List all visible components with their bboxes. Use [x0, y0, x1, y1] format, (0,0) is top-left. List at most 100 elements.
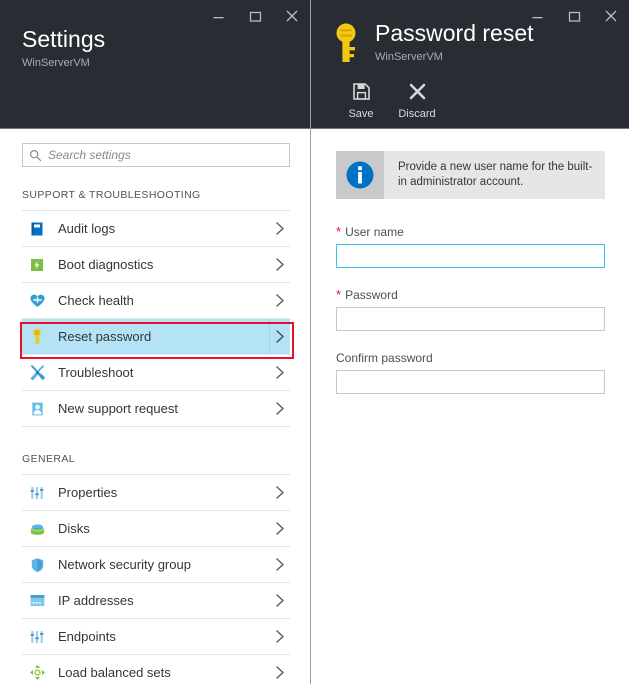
chevron-right-icon [270, 521, 290, 536]
password-reset-header: Password reset WinServerVM Save [311, 0, 629, 129]
page-title: Password reset [375, 20, 534, 47]
settings-window-controls [208, 6, 302, 26]
settings-panel-header: Settings WinServerVM [0, 0, 310, 129]
chevron-right-icon [270, 629, 290, 644]
password-toolbar: Save Discard [337, 74, 441, 121]
sidebar-item-label: Disks [58, 521, 270, 536]
password-reset-body: Provide a new user name for the built-in… [311, 129, 629, 684]
confirm-password-label: Confirm password [336, 351, 433, 365]
shield-icon [28, 556, 46, 574]
chevron-right-icon [270, 365, 290, 380]
discard-label: Discard [398, 108, 435, 121]
ip-window-icon [28, 592, 46, 610]
search-input[interactable] [48, 148, 283, 162]
search-icon [29, 149, 42, 162]
key-icon [28, 328, 46, 346]
section-divider [22, 426, 290, 427]
sidebar-item-reset-password[interactable]: Reset password [22, 318, 290, 354]
maximize-button[interactable] [564, 6, 584, 26]
password-input[interactable] [336, 307, 605, 331]
sidebar-item-boot-diagnostics[interactable]: Boot diagnostics [22, 246, 290, 282]
sidebar-item-label: IP addresses [58, 593, 270, 608]
nav-list-general: Properties Di [0, 474, 310, 684]
user-name-field-group: * User name [336, 225, 605, 268]
info-icon [344, 159, 376, 191]
sidebar-item-network-security-group[interactable]: Network security group [22, 546, 290, 582]
password-window-controls [527, 6, 621, 26]
confirm-password-field-group: Confirm password [336, 351, 605, 394]
chevron-right-icon [270, 485, 290, 500]
sidebar-item-label: Troubleshoot [58, 365, 270, 380]
key-icon [329, 20, 367, 66]
discard-button[interactable]: Discard [393, 74, 441, 121]
sliders-icon [28, 628, 46, 646]
chevron-right-icon [270, 401, 290, 416]
settings-body: SUPPORT & TROUBLESHOOTING Audit logs [0, 129, 310, 684]
sidebar-item-properties[interactable]: Properties [22, 474, 290, 510]
sidebar-item-label: Properties [58, 485, 270, 500]
settings-panel: Settings WinServerVM SUPPORT & TROUBLESH… [0, 0, 311, 684]
confirm-password-label-row: Confirm password [336, 351, 605, 365]
app-screen: Settings WinServerVM SUPPORT & TROUBLESH… [0, 0, 629, 684]
close-button[interactable] [601, 6, 621, 26]
disk-stack-icon [28, 520, 46, 538]
sidebar-item-label: Boot diagnostics [58, 257, 270, 272]
close-x-icon [406, 80, 428, 102]
settings-title-texts: Settings WinServerVM [22, 26, 105, 70]
sidebar-item-label: New support request [58, 401, 270, 416]
password-title-texts: Password reset WinServerVM [375, 20, 534, 64]
password-reset-panel: Password reset WinServerVM Save [311, 0, 629, 684]
user-name-input[interactable] [336, 244, 605, 268]
sidebar-item-check-health[interactable]: Check health [22, 282, 290, 318]
chevron-right-icon [270, 221, 290, 236]
sidebar-item-disks[interactable]: Disks [22, 510, 290, 546]
info-banner-text: Provide a new user name for the built-in… [384, 151, 605, 199]
chevron-right-icon [270, 557, 290, 572]
sidebar-item-new-support-request[interactable]: New support request [22, 390, 290, 426]
section-heading-support: SUPPORT & TROUBLESHOOTING [22, 189, 310, 201]
chevron-right-icon [270, 665, 290, 680]
sidebar-item-load-balanced-sets[interactable]: Load balanced sets [22, 654, 290, 684]
password-label: Password [345, 288, 398, 302]
save-disk-icon [350, 80, 372, 102]
sidebar-item-audit-logs[interactable]: Audit logs [22, 210, 290, 246]
sidebar-item-label: Network security group [58, 557, 270, 572]
settings-title-block: Settings WinServerVM [22, 26, 105, 70]
search-settings-box[interactable] [22, 143, 290, 167]
settings-page-title: Settings [22, 26, 105, 53]
sidebar-item-label: Load balanced sets [58, 665, 270, 680]
page-subtitle: WinServerVM [375, 50, 534, 64]
sidebar-item-troubleshoot[interactable]: Troubleshoot [22, 354, 290, 390]
chevron-right-icon [270, 593, 290, 608]
sidebar-item-label: Endpoints [58, 629, 270, 644]
maximize-button[interactable] [245, 6, 265, 26]
chevron-right-icon [269, 319, 290, 354]
password-label-row: * Password [336, 288, 605, 302]
sidebar-item-ip-addresses[interactable]: IP addresses [22, 582, 290, 618]
password-title-block: Password reset WinServerVM [329, 20, 534, 66]
nav-list-support: Audit logs Boot diagnostics [0, 210, 310, 426]
sidebar-item-label: Audit logs [58, 221, 270, 236]
required-asterisk: * [336, 225, 341, 238]
sidebar-item-endpoints[interactable]: Endpoints [22, 618, 290, 654]
chevron-right-icon [270, 257, 290, 272]
info-banner: Provide a new user name for the built-in… [336, 151, 605, 199]
search-row [22, 143, 290, 167]
sliders-icon [28, 484, 46, 502]
load-balancer-icon [28, 664, 46, 682]
user-name-label: User name [345, 225, 404, 239]
info-icon-cell [336, 151, 384, 199]
support-person-icon [28, 400, 46, 418]
close-button[interactable] [282, 6, 302, 26]
heart-health-icon [28, 292, 46, 310]
boot-diagnostics-icon [28, 256, 46, 274]
password-field-group: * Password [336, 288, 605, 331]
confirm-password-input[interactable] [336, 370, 605, 394]
sidebar-item-label: Check health [58, 293, 270, 308]
save-button[interactable]: Save [337, 74, 385, 121]
audit-log-icon [28, 220, 46, 238]
chevron-right-icon [270, 293, 290, 308]
required-asterisk: * [336, 288, 341, 301]
section-heading-general: GENERAL [22, 453, 310, 465]
minimize-button[interactable] [208, 6, 228, 26]
